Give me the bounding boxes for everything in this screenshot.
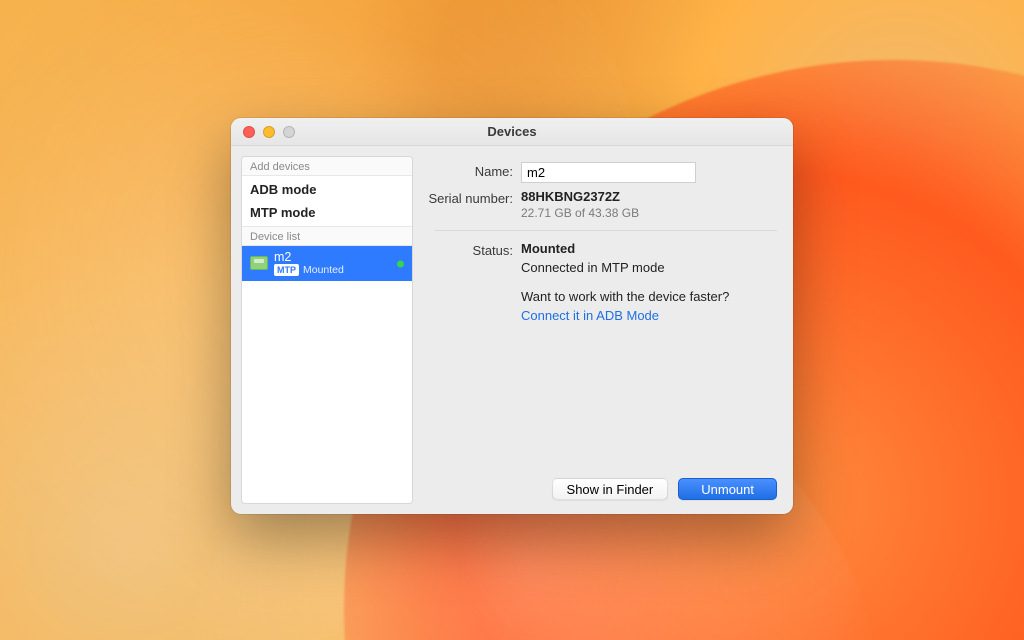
window-title: Devices	[231, 124, 793, 139]
device-list-header: Device list	[242, 227, 412, 246]
online-status-icon	[397, 260, 404, 267]
android-device-icon	[250, 256, 268, 270]
add-devices-header: Add devices	[242, 157, 412, 176]
divider	[435, 230, 777, 231]
show-in-finder-button[interactable]: Show in Finder	[552, 478, 669, 500]
close-icon[interactable]	[243, 126, 255, 138]
titlebar: Devices	[231, 118, 793, 146]
serial-value: 88HKBNG2372Z	[521, 189, 777, 204]
sidebar-item-adb-mode[interactable]: ADB mode	[242, 178, 412, 201]
footer-buttons: Show in Finder Unmount	[423, 478, 777, 500]
window-controls	[231, 126, 295, 138]
status-label: Status:	[423, 241, 521, 258]
sidebar: Add devices ADB mode MTP mode Device lis…	[241, 156, 413, 504]
minimize-icon[interactable]	[263, 126, 275, 138]
storage-line: 22.71 GB of 43.38 GB	[521, 206, 777, 220]
serial-label: Serial number:	[423, 189, 521, 206]
zoom-icon[interactable]	[283, 126, 295, 138]
details-panel: Name: Serial number: 88HKBNG2372Z 22.71 …	[423, 156, 783, 504]
name-label: Name:	[423, 162, 521, 179]
sidebar-item-mtp-mode[interactable]: MTP mode	[242, 201, 412, 224]
device-status-word: Mounted	[303, 264, 344, 276]
status-value: Mounted	[521, 241, 777, 256]
status-subtext: Connected in MTP mode	[521, 260, 777, 275]
connect-adb-link[interactable]: Connect it in ADB Mode	[521, 308, 659, 323]
device-name: m2	[274, 250, 344, 264]
unmount-button[interactable]: Unmount	[678, 478, 777, 500]
name-field[interactable]	[521, 162, 696, 183]
devices-window: Devices Add devices ADB mode MTP mode De…	[231, 118, 793, 514]
protocol-badge: MTP	[274, 264, 299, 276]
faster-prompt: Want to work with the device faster?	[521, 289, 777, 304]
device-list-item[interactable]: m2 MTP Mounted	[242, 246, 412, 281]
